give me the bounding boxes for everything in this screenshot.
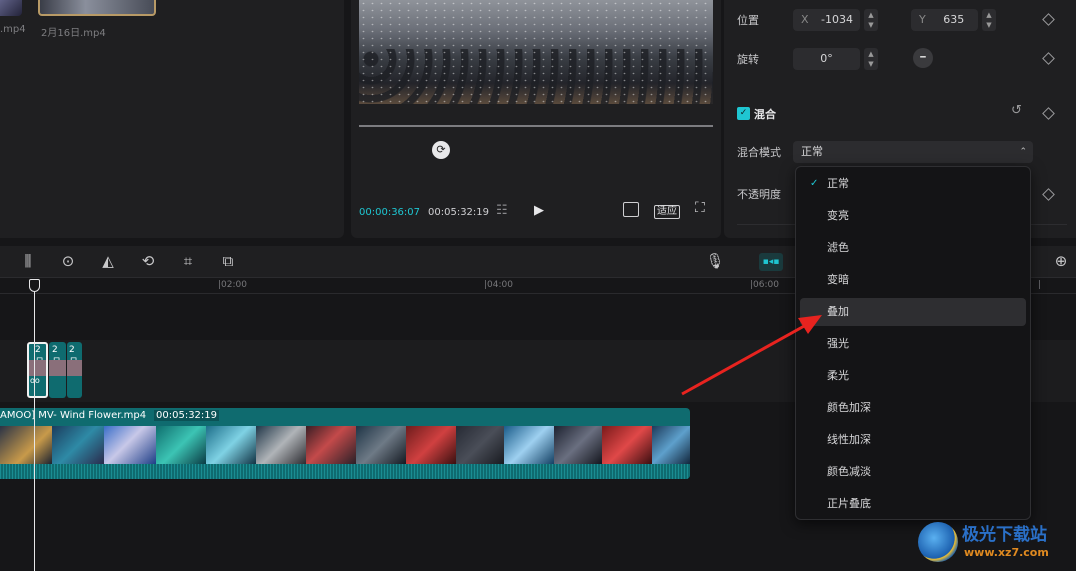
annotation-arrow <box>681 315 822 396</box>
watermark: 极光下载站 www.xz7.com <box>918 518 1068 566</box>
watermark-logo-icon <box>918 522 958 562</box>
watermark-url: www.xz7.com <box>964 546 1049 559</box>
watermark-text: 极光下载站 <box>962 525 1047 545</box>
